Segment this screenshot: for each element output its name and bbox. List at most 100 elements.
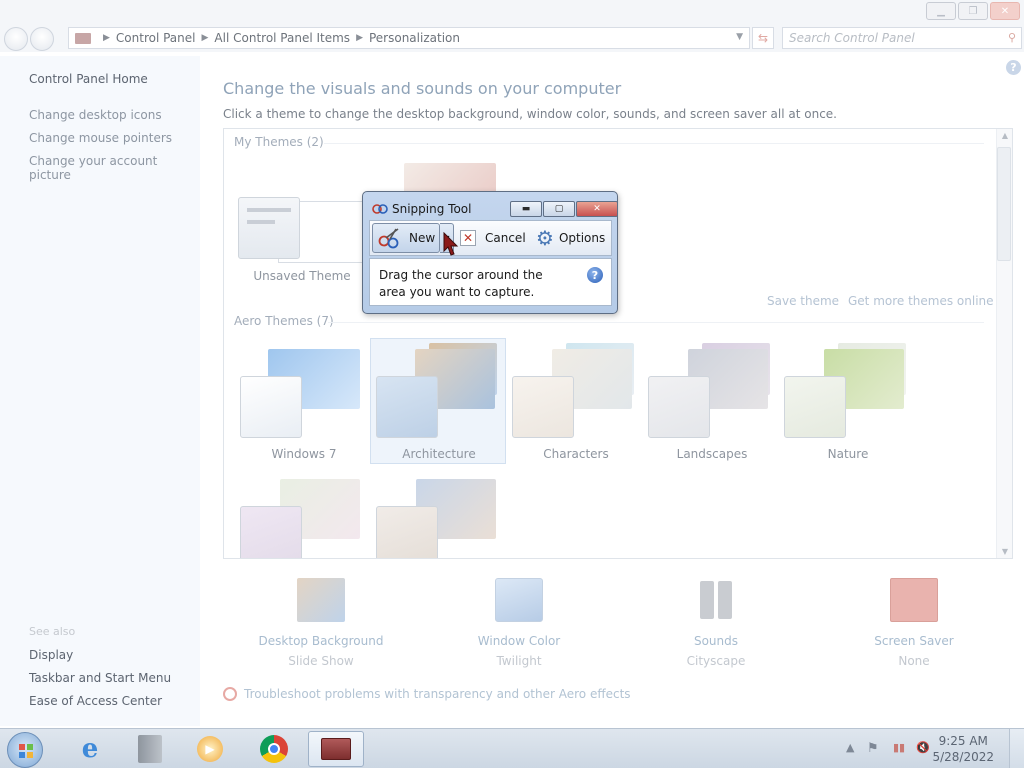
theme-partial[interactable] bbox=[236, 469, 372, 558]
page-title: Change the visuals and sounds on your co… bbox=[223, 79, 622, 98]
window-color-link[interactable]: Window Color Twilight bbox=[454, 578, 584, 668]
minimize-button[interactable]: ▬ bbox=[510, 201, 542, 217]
troubleshoot-label: Troubleshoot problems with transparency … bbox=[244, 687, 631, 701]
mouse-cursor-icon bbox=[443, 232, 459, 256]
snipping-tool-icon bbox=[321, 738, 351, 760]
search-icon[interactable]: ⚲ bbox=[1008, 31, 1016, 44]
snipping-tool-window[interactable]: Snipping Tool ▬ ▢ ✕ New ▼ ✕ Cancel ⚙ Opt… bbox=[362, 191, 618, 314]
screen-saver-value: None bbox=[898, 654, 930, 668]
taskbar-start-menu-link[interactable]: Taskbar and Start Menu bbox=[29, 671, 171, 685]
address-bar[interactable]: ▶ Control Panel ▶ All Control Panel Item… bbox=[68, 27, 750, 49]
theme-windows-7[interactable]: Windows 7 bbox=[236, 339, 372, 465]
theme-window-preview bbox=[240, 506, 302, 558]
new-snip-button[interactable]: New bbox=[372, 223, 440, 253]
desktop-background-link[interactable]: Desktop Background Slide Show bbox=[256, 578, 386, 668]
minimize-button[interactable]: ▁ bbox=[926, 2, 956, 20]
theme-scrollbar[interactable]: ▲ ▼ bbox=[996, 129, 1012, 558]
theme-window-preview bbox=[784, 376, 846, 438]
theme-window-preview bbox=[238, 197, 300, 259]
sounds-label: Sounds bbox=[693, 634, 739, 648]
window-color-icon bbox=[495, 578, 543, 622]
scissors-icon bbox=[378, 228, 399, 249]
help-icon[interactable]: ? bbox=[587, 267, 603, 283]
options-label: Options bbox=[558, 231, 606, 245]
theme-characters[interactable]: Characters bbox=[508, 339, 644, 465]
change-mouse-pointers-link[interactable]: Change mouse pointers bbox=[29, 131, 172, 145]
save-theme-link[interactable]: Save theme bbox=[767, 294, 839, 308]
taskbar-chrome[interactable] bbox=[246, 731, 302, 767]
theme-name: Nature bbox=[827, 447, 869, 461]
theme-nature[interactable]: Nature bbox=[780, 339, 916, 465]
screen-saver-link[interactable]: Screen Saver None bbox=[849, 578, 979, 668]
theme-partial[interactable] bbox=[372, 469, 508, 558]
back-button[interactable] bbox=[4, 27, 28, 51]
scroll-down-icon[interactable]: ▼ bbox=[1002, 547, 1008, 556]
sounds-value: Cityscape bbox=[686, 654, 746, 668]
close-button[interactable]: ✕ bbox=[576, 201, 618, 217]
display-link[interactable]: Display bbox=[29, 648, 73, 662]
see-also-label: See also bbox=[29, 625, 76, 638]
breadcrumb-arrow-icon: ▶ bbox=[201, 33, 209, 43]
chevron-down-icon[interactable]: ▼ bbox=[736, 32, 743, 42]
maximize-button[interactable]: ❐ bbox=[958, 2, 988, 20]
scroll-up-icon[interactable]: ▲ bbox=[1002, 131, 1008, 140]
theme-window-preview bbox=[376, 376, 438, 438]
breadcrumb-personalization[interactable]: Personalization bbox=[369, 31, 460, 45]
theme-name: Characters bbox=[543, 447, 609, 461]
troubleshoot-link[interactable]: Troubleshoot problems with transparency … bbox=[223, 687, 631, 701]
action-center-flag-icon[interactable]: ⚑ bbox=[867, 741, 879, 756]
theme-landscapes[interactable]: Landscapes bbox=[644, 339, 780, 465]
taskbar-media-player[interactable]: ▶ bbox=[182, 731, 238, 767]
help-icon[interactable]: ? bbox=[1006, 60, 1021, 75]
group-divider bbox=[324, 143, 984, 144]
theme-architecture[interactable]: Architecture bbox=[370, 338, 506, 464]
search-input[interactable]: Search Control Panel ⚲ bbox=[782, 27, 1022, 49]
chrome-icon bbox=[260, 735, 288, 763]
screen-saver-icon bbox=[890, 578, 938, 622]
maximize-button[interactable]: ▢ bbox=[543, 201, 575, 217]
left-pane: Control Panel Home Change desktop icons … bbox=[0, 56, 200, 726]
control-panel-icon bbox=[75, 32, 91, 44]
options-button[interactable]: ⚙ Options bbox=[536, 223, 605, 253]
show-hidden-icons-icon[interactable]: ▲ bbox=[846, 741, 854, 754]
screen-saver-label: Screen Saver bbox=[874, 634, 954, 648]
start-button[interactable] bbox=[7, 732, 43, 768]
my-themes-label: My Themes (2) bbox=[234, 135, 324, 149]
libraries-icon bbox=[138, 735, 162, 763]
get-more-themes-link[interactable]: Get more themes online bbox=[848, 294, 994, 308]
snip-instructions-panel: Drag the cursor around the area you want… bbox=[369, 258, 612, 306]
breadcrumb-control-panel[interactable]: Control Panel bbox=[116, 31, 196, 45]
cancel-icon: ✕ bbox=[460, 230, 476, 246]
group-divider bbox=[328, 322, 984, 323]
cancel-label: Cancel bbox=[485, 231, 526, 245]
network-icon[interactable]: ▮▮ bbox=[893, 741, 905, 754]
taskbar-libraries[interactable] bbox=[122, 731, 178, 767]
breadcrumb-arrow-icon: ▶ bbox=[356, 33, 363, 43]
theme-name: Landscapes bbox=[676, 447, 748, 461]
refresh-button[interactable]: ⇆ bbox=[752, 27, 774, 49]
page-subtitle: Click a theme to change the desktop back… bbox=[223, 107, 837, 121]
sounds-link[interactable]: Sounds Cityscape bbox=[651, 578, 781, 668]
volume-muted-icon[interactable]: 🔇 bbox=[916, 741, 930, 754]
scroll-thumb[interactable] bbox=[997, 147, 1011, 261]
theme-unsaved[interactable]: Unsaved Theme bbox=[234, 161, 374, 287]
cancel-button[interactable]: ✕ Cancel bbox=[460, 223, 526, 253]
snip-toolbar: New ▼ ✕ Cancel ⚙ Options bbox=[369, 220, 612, 256]
taskbar-snipping-tool[interactable] bbox=[308, 731, 364, 767]
ease-of-access-link[interactable]: Ease of Access Center bbox=[29, 694, 162, 708]
clock[interactable]: 9:25 AM 5/28/2022 bbox=[932, 733, 994, 765]
window-title-bar: ▁ ❐ ✕ bbox=[0, 0, 1024, 26]
forward-button[interactable] bbox=[30, 27, 54, 51]
desktop-background-value: Slide Show bbox=[288, 654, 354, 668]
snip-caption-buttons: ▬ ▢ ✕ bbox=[510, 201, 619, 217]
change-account-picture-link[interactable]: Change your account picture bbox=[29, 154, 200, 182]
taskbar-internet-explorer[interactable]: e bbox=[62, 731, 118, 767]
close-button[interactable]: ✕ bbox=[990, 2, 1020, 20]
control-panel-home-link[interactable]: Control Panel Home bbox=[29, 72, 148, 86]
breadcrumb-all-items[interactable]: All Control Panel Items bbox=[214, 31, 350, 45]
new-button-label: New bbox=[409, 231, 436, 245]
troubleshoot-icon bbox=[223, 687, 237, 701]
change-desktop-icons-link[interactable]: Change desktop icons bbox=[29, 108, 162, 122]
show-desktop-button[interactable] bbox=[1009, 729, 1024, 768]
snipping-tool-icon bbox=[372, 201, 388, 217]
